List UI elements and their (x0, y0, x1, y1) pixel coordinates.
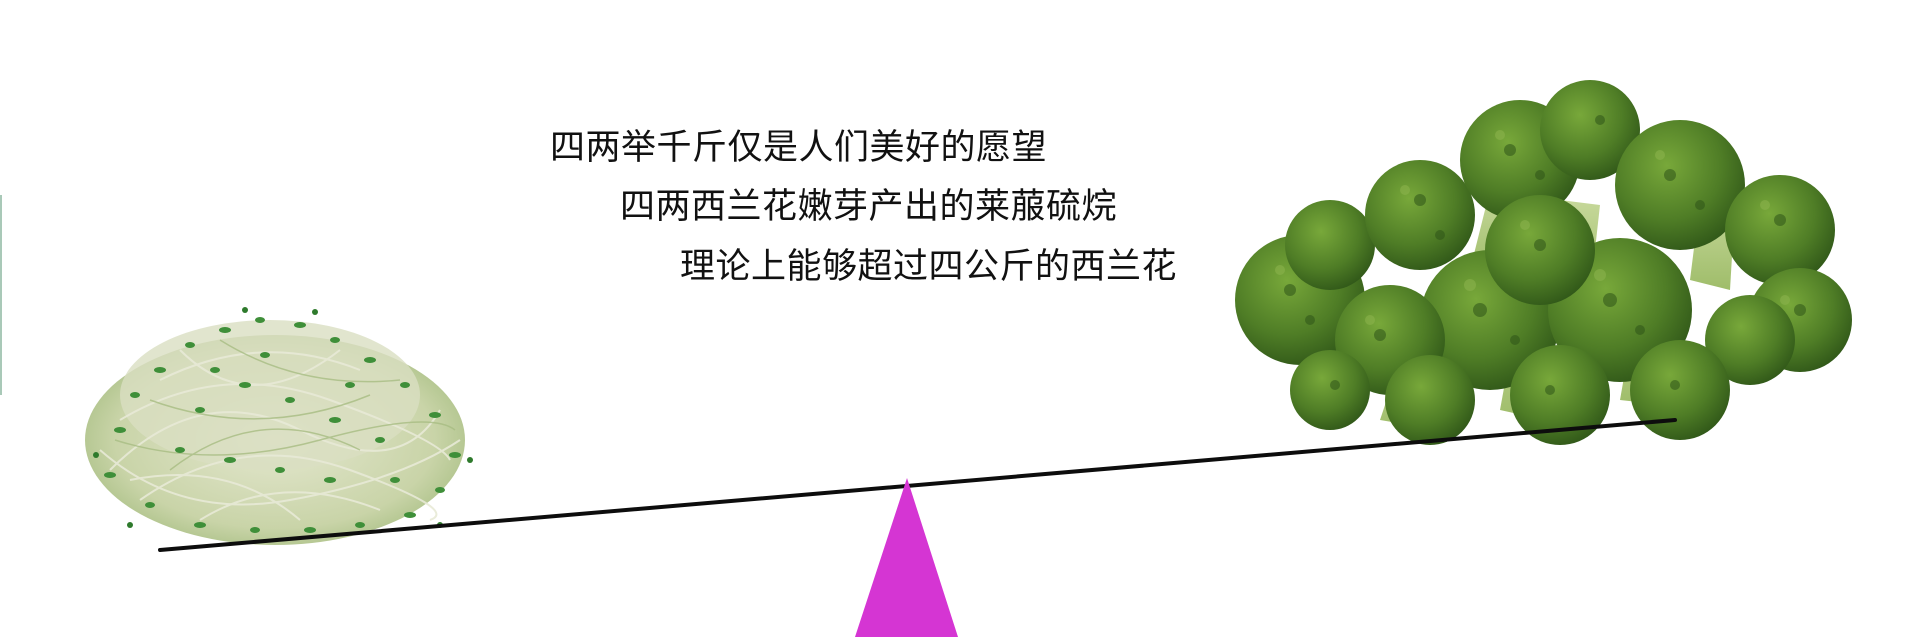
broccoli-sprouts-image (85, 307, 473, 545)
seesaw-illustration: 四两举千斤仅是人们美好的愿望 四两西兰花嫩芽产出的莱菔硫烷 理论上能够超过四公斤… (0, 0, 1920, 637)
scene-graphic (85, 80, 1852, 637)
broccoli-image (1235, 80, 1852, 445)
fulcrum-triangle (855, 478, 958, 637)
